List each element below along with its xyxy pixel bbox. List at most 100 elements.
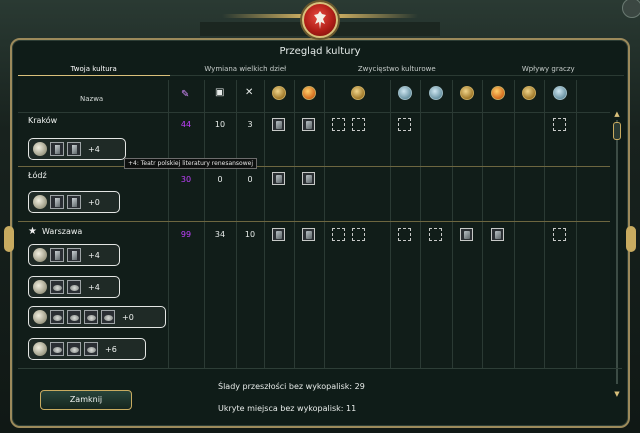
eagle-icon [314,11,326,29]
city-name[interactable]: Kraków [28,116,57,125]
great-work-icon[interactable] [67,195,81,209]
column-divider [168,80,169,368]
great-work-slot-empty[interactable] [332,118,345,131]
theming-bonus-tooltip: +4: Teatr polskiej literatury renesansow… [124,158,257,169]
great-work-slot[interactable] [302,118,315,131]
city-culture: 99 [180,230,192,239]
tab-your-culture[interactable]: Twoja kultura [18,62,170,76]
building-icon [33,142,47,156]
great-work-slot-empty[interactable] [398,228,411,241]
great-work-icon[interactable] [50,248,64,262]
city-tourism: 10 [214,120,226,129]
artifact-icon[interactable] [101,310,115,324]
building-great-works[interactable]: +0 [28,191,120,213]
great-work-slot-empty[interactable] [352,118,365,131]
building-great-works[interactable]: +6 [28,338,146,360]
tab-bar: Twoja kultura Wymiana wielkich dzieł Zwy… [18,62,624,76]
great-work-slot-empty[interactable] [352,228,365,241]
city-great-works: 3 [247,120,253,129]
scroll-thumb[interactable] [613,122,621,140]
building-great-works[interactable]: +4 [28,138,126,160]
great-work-slot-empty[interactable] [398,118,411,131]
civilization-emblem-icon [302,2,338,38]
city-name[interactable]: Łódź [28,171,47,180]
great-work-slot-empty[interactable] [553,118,566,131]
building-great-works[interactable]: +0 [28,306,166,328]
theming-bonus: +4 [88,250,100,260]
emblem-ornament [222,14,302,18]
scroll-down-icon[interactable]: ▼ [612,390,622,398]
column-divider [390,80,391,368]
column-divider [324,80,325,368]
table-scrollbar[interactable]: ▲ ▼ [612,110,622,398]
city-culture: 30 [180,175,192,184]
building-icon [33,248,47,262]
culture-overview-panel: Przegląd kultury Twoja kultura Wymiana w… [10,38,630,428]
column-divider [294,80,295,368]
window-title: Przegląd kultury [279,46,361,57]
artifact-icon[interactable] [50,280,64,294]
column-divider [576,80,577,368]
panel-side-knob [626,226,636,252]
tab-great-works-trade[interactable]: Wymiana wielkich dzieł [169,62,321,76]
tourism-icon: ▣ [215,87,225,98]
city-tourism: 34 [214,230,226,239]
building-icon [33,280,47,294]
great-work-slot-empty[interactable] [429,228,442,241]
city-culture: 44 [180,120,192,129]
theming-bonus: +0 [88,197,100,207]
artifact-icon[interactable] [67,280,81,294]
great-work-slot[interactable] [460,228,473,241]
scroll-track[interactable] [616,120,618,384]
artifact-icon[interactable] [50,342,64,356]
wonder-icon [553,86,567,100]
wonder-icon [522,86,536,100]
great-work-icon[interactable] [50,142,64,156]
wonder-icon [272,86,286,100]
scroll-up-icon[interactable]: ▲ [612,110,622,118]
column-divider [482,80,483,368]
building-great-works[interactable]: +4 [28,276,120,298]
great-work-slot[interactable] [302,228,315,241]
building-great-works[interactable]: +4 [28,244,120,266]
great-work-slot[interactable] [302,172,315,185]
theming-bonus: +6 [105,344,117,354]
great-work-slot-empty[interactable] [332,228,345,241]
city-tourism: 0 [217,175,223,184]
capital-star-icon: ★ [28,226,37,237]
emblem-ornament [338,14,418,18]
panel-side-knob [4,226,14,252]
background-corner-button[interactable] [622,0,640,18]
great-work-slot[interactable] [272,228,285,241]
great-work-slot[interactable] [272,172,285,185]
great-work-slot[interactable] [491,228,504,241]
wonder-icon [491,86,505,100]
culture-icon: ✎ [181,89,190,100]
great-work-icon[interactable] [50,195,64,209]
tab-culture-victory[interactable]: Zwycięstwo kulturowe [321,62,473,76]
column-divider [544,80,545,368]
city-name[interactable]: Warszawa [42,227,82,236]
theming-bonus: +0 [122,312,134,322]
building-icon [33,195,47,209]
row-divider [18,112,610,113]
great-work-slot-empty[interactable] [553,228,566,241]
column-divider [514,80,515,368]
theming-bonus: +4 [88,144,100,154]
artifact-icon[interactable] [67,342,81,356]
great-work-slot[interactable] [272,118,285,131]
city-great-works: 10 [244,230,256,239]
artifact-icon[interactable] [67,310,81,324]
column-header-name: Nazwa [80,95,104,103]
artifact-icon[interactable] [84,310,98,324]
close-button[interactable]: Zamknij [40,390,132,410]
great-work-icon[interactable] [67,142,81,156]
tab-player-influence[interactable]: Wpływy graczy [472,62,624,76]
column-divider [204,80,205,368]
artifact-icon[interactable] [84,342,98,356]
great-work-icon[interactable] [67,248,81,262]
museum-icon [351,86,365,100]
theming-bonus: +4 [88,282,100,292]
city-great-works: 0 [247,175,253,184]
artifact-icon[interactable] [50,310,64,324]
